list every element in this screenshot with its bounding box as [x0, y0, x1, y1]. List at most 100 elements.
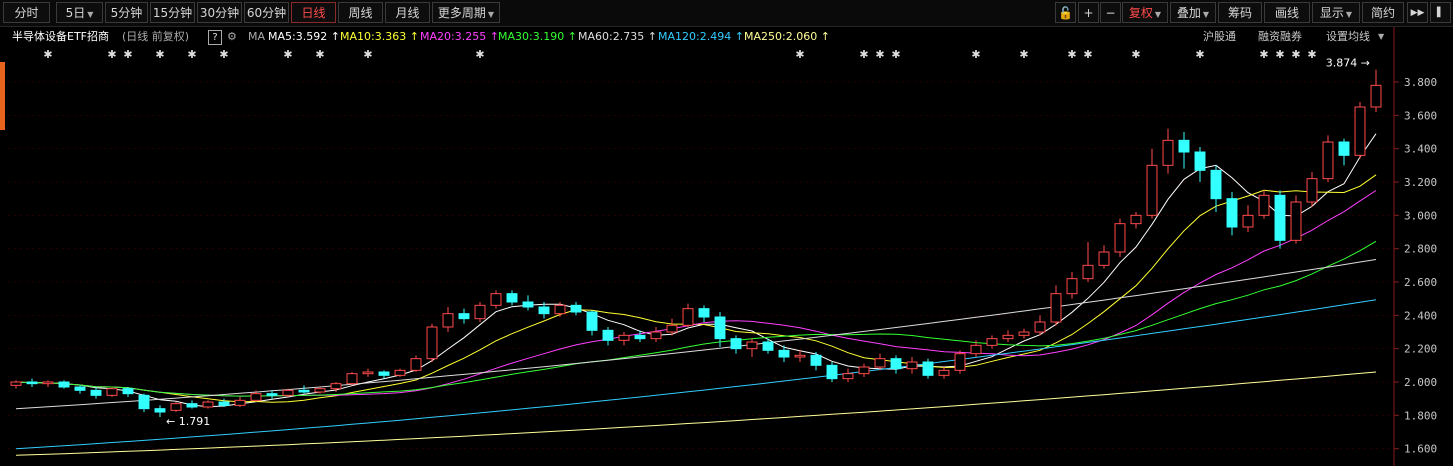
candle — [890, 355, 902, 374]
period-tab-5[interactable]: 60分钟 — [244, 2, 289, 23]
event-marker-icon: ✱ — [43, 48, 52, 61]
candle-body — [410, 358, 422, 371]
candle — [346, 372, 358, 386]
lock-icon[interactable]: 🔓 — [1055, 2, 1076, 23]
candle — [1146, 148, 1158, 219]
candle-body — [1242, 214, 1254, 228]
candle — [1066, 272, 1078, 299]
candle-body — [522, 301, 534, 308]
adjust-subtitle: (日线 前复权) — [122, 30, 190, 43]
period-tab-0[interactable]: 分时 — [3, 2, 50, 23]
toolbar-button-2[interactable]: 筹码 — [1218, 2, 1262, 23]
candle-body — [826, 364, 838, 380]
candle-body — [714, 316, 726, 340]
y-tick-label: 2.600 — [1404, 276, 1437, 289]
period-tab-9[interactable]: 更多周期 ▼ — [432, 2, 500, 23]
candle — [1050, 285, 1062, 326]
candle-body — [874, 358, 886, 368]
candle — [1354, 102, 1366, 159]
candle-body — [858, 366, 870, 375]
ma-line-5 — [15, 133, 1377, 408]
candle-body — [842, 373, 854, 380]
candle-body — [938, 369, 950, 376]
candle — [138, 393, 150, 412]
candle-body — [266, 393, 278, 396]
period-tab-7[interactable]: 周线 — [338, 2, 383, 23]
candle — [906, 357, 918, 374]
chevron-down-icon: ▼ — [1345, 10, 1353, 19]
link-ma-settings[interactable]: 设置均线 — [1326, 27, 1370, 47]
candle-body — [794, 354, 806, 358]
fullscreen-icon[interactable]: ▌ — [1430, 2, 1451, 23]
y-tick-label: 2.800 — [1404, 243, 1437, 256]
period-tab-4[interactable]: 30分钟 — [197, 2, 242, 23]
help-icon[interactable]: ? — [208, 30, 222, 45]
toolbar: 分时 5日 ▼ 5分钟 15分钟 30分钟 60分钟 日线 周线 月线 更多周期 ▼ 🔓 + − 复权 ▼ 叠加 ▼… — [0, 0, 1453, 27]
candle — [826, 362, 838, 382]
candle-body — [1274, 194, 1286, 241]
plus-icon[interactable]: + — [1078, 2, 1099, 23]
security-title[interactable]: 半导体设备ETF招商 — [12, 27, 109, 47]
candle-body — [1290, 201, 1302, 241]
candle-body — [378, 371, 390, 376]
candle — [170, 402, 182, 412]
period-tab-1[interactable]: 5日 ▼ — [56, 2, 103, 23]
candle — [442, 307, 454, 332]
candle — [1114, 218, 1126, 257]
toolbar-button-0[interactable]: 复权 ▼ — [1122, 2, 1168, 23]
candle — [426, 323, 438, 362]
candle-body — [1322, 141, 1334, 180]
candle — [298, 385, 310, 394]
candle — [1370, 69, 1382, 112]
period-tab-8[interactable]: 月线 — [385, 2, 430, 23]
period-tab-3[interactable]: 15分钟 — [150, 2, 195, 23]
minus-icon[interactable]: − — [1100, 2, 1121, 23]
event-marker-icon: ✱ — [123, 48, 132, 61]
candle — [874, 353, 886, 371]
event-markers: ✱ ✱ ✱ ✱ ✱ ✱ ✱ ✱ ✱ ✱ ✱ ✱ ✱ ✱ ✱ ✱ ✱ ✱ ✱ ✱ ✱ ✱ ✱ ✱ — [43, 48, 1316, 61]
ma-legend-item-3: MA30:3.190 ↑ — [498, 30, 577, 43]
y-tick-label: 3.600 — [1404, 109, 1437, 122]
candle — [26, 378, 38, 387]
candle — [90, 387, 102, 399]
settings-gear-icon[interactable]: ⚙ — [227, 27, 237, 47]
candle — [586, 310, 598, 336]
candle-body — [1098, 251, 1110, 266]
candle — [698, 305, 710, 322]
candle-body — [250, 393, 262, 401]
toolbar-button-4[interactable]: 显示 ▼ — [1312, 2, 1360, 23]
link-margin[interactable]: 融资融券 — [1258, 27, 1302, 47]
period-tab-2[interactable]: 5分钟 — [105, 2, 148, 23]
candle-body — [1114, 223, 1126, 253]
candle-body — [1354, 106, 1366, 156]
link-hugutong[interactable]: 沪股通 — [1203, 27, 1236, 47]
toolbar-button-3[interactable]: 画线 — [1264, 2, 1310, 23]
event-marker-icon: ✱ — [155, 48, 164, 61]
candle-body — [1082, 264, 1094, 280]
candle — [842, 368, 854, 382]
expand-icon[interactable]: ▶▶ — [1407, 2, 1428, 23]
candle-body — [1050, 293, 1062, 323]
candle — [458, 308, 470, 324]
candle — [282, 388, 294, 397]
candle-body — [1258, 194, 1270, 216]
chevron-down-icon[interactable]: ▼ — [1378, 27, 1384, 47]
candle-body — [538, 306, 550, 315]
chevron-down-icon: ▼ — [487, 10, 495, 19]
candle-body — [1034, 321, 1046, 333]
candle — [154, 405, 166, 417]
candle — [954, 350, 966, 374]
event-marker-icon: ✱ — [107, 48, 116, 61]
candle-body — [1338, 141, 1350, 156]
toolbar-button-1[interactable]: 叠加 ▼ — [1170, 2, 1216, 23]
candle — [394, 368, 406, 377]
period-tab-6[interactable]: 日线 — [291, 2, 336, 23]
event-marker-icon: ✱ — [1307, 48, 1316, 61]
candle-body — [970, 344, 982, 355]
kline-chart[interactable]: ✱ ✱ ✱ ✱ ✱ ✱ ✱ ✱ ✱ ✱ ✱ ✱ ✱ ✱ ✱ ✱ ✱ ✱ ✱ ✱ ✱ ✱ ✱ ✱ 3.800 3.600 3.400… — [0, 0, 1453, 466]
candle — [650, 327, 662, 342]
candle-body — [282, 389, 294, 396]
candle-body — [362, 371, 374, 375]
toolbar-button-5[interactable]: 简约 — [1362, 2, 1404, 23]
ma-legend-item-0: MA5:3.592 ↑ — [268, 30, 340, 43]
